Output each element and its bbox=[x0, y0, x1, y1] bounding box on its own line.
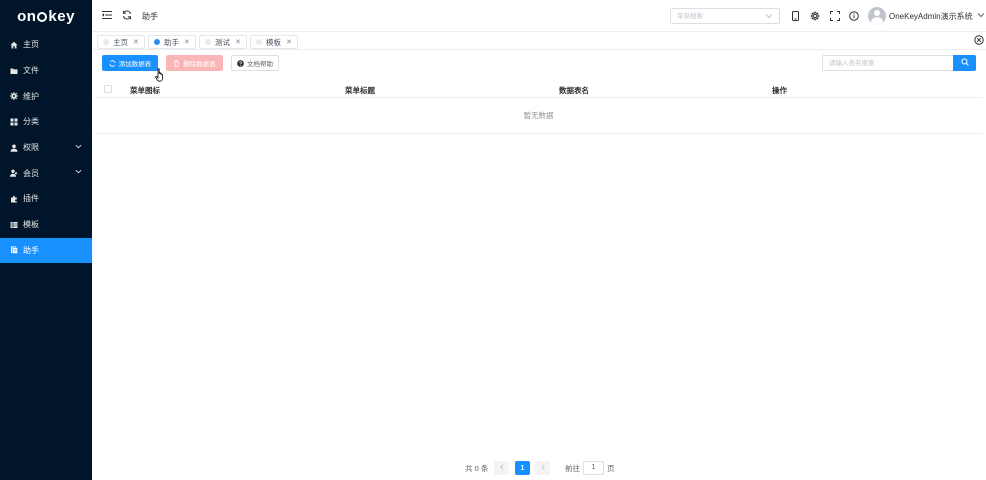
menu-search-select[interactable] bbox=[670, 8, 780, 24]
tabs-bar: 主页 ✕ 助手 ✕ 测试 ✕ 模板 ✕ bbox=[92, 32, 986, 50]
sidebar-item-label: 主页 bbox=[23, 40, 39, 50]
table-icon bbox=[9, 220, 18, 229]
close-all-tabs-icon[interactable] bbox=[974, 35, 984, 47]
search-icon bbox=[960, 58, 969, 68]
tab-template[interactable]: 模板 ✕ bbox=[250, 35, 298, 49]
user-icon bbox=[9, 143, 18, 152]
sidebar-item-3[interactable]: 分类 bbox=[0, 109, 92, 135]
add-table-label: 添加数据表 bbox=[118, 61, 152, 68]
sidebar-item-label: 插件 bbox=[23, 194, 39, 204]
gear-icon bbox=[9, 92, 18, 101]
chevron-left-icon bbox=[499, 464, 505, 472]
sidebar-item-7[interactable]: 模板 bbox=[0, 212, 92, 238]
sidebar-item-5[interactable]: 会员 bbox=[0, 160, 92, 186]
close-icon[interactable]: ✕ bbox=[184, 39, 190, 46]
mobile-preview-icon[interactable] bbox=[791, 11, 800, 23]
sidebar-item-1[interactable]: 文件 bbox=[0, 58, 92, 84]
table-search-input[interactable] bbox=[823, 56, 943, 70]
tab-dot-icon bbox=[205, 39, 211, 45]
page-unit-label: 页 bbox=[607, 464, 615, 473]
delete-table-button[interactable]: 删除数据表 bbox=[166, 55, 223, 71]
pagination: 共 0 条 1 前往 1 页 bbox=[0, 461, 986, 475]
sidebar-item-0[interactable]: 主页 bbox=[0, 32, 92, 58]
fullscreen-icon[interactable] bbox=[830, 11, 840, 23]
chevron-right-icon bbox=[540, 464, 546, 472]
settings-gear-icon[interactable] bbox=[810, 11, 820, 23]
tab-test[interactable]: 测试 ✕ bbox=[199, 35, 247, 49]
sidebar-item-8[interactable]: 助手 bbox=[0, 237, 92, 264]
refresh-icon bbox=[109, 59, 116, 67]
users-icon bbox=[9, 169, 18, 178]
sidebar-item-2[interactable]: 维护 bbox=[0, 83, 92, 109]
chevron-down-icon bbox=[75, 168, 82, 177]
tab-dot-icon bbox=[154, 39, 160, 45]
tab-dot-icon bbox=[103, 39, 109, 45]
app-logo[interactable]: on key bbox=[0, 0, 92, 32]
sidebar-item-label: 分类 bbox=[23, 117, 39, 127]
chevron-down-icon bbox=[977, 11, 985, 21]
folder-icon bbox=[9, 66, 18, 75]
info-icon[interactable] bbox=[849, 11, 859, 23]
column-header-table-name: 数据表名 bbox=[559, 86, 589, 95]
data-table: 菜单图标 菜单标题 数据表名 操作 暂无数据 bbox=[94, 81, 983, 134]
docs-help-button[interactable]: 文档帮助 bbox=[231, 55, 279, 71]
page-number-button[interactable]: 1 bbox=[515, 461, 530, 475]
pagination-total: 共 0 条 bbox=[465, 464, 489, 473]
delete-table-label: 删除数据表 bbox=[183, 61, 216, 68]
sidebar-item-label: 文件 bbox=[23, 66, 39, 76]
avatar bbox=[868, 7, 886, 25]
select-all-checkbox[interactable] bbox=[104, 85, 112, 93]
user-dropdown[interactable]: OneKeyAdmin演示系统 bbox=[868, 7, 985, 25]
tab-label: 主页 bbox=[113, 37, 128, 47]
collapse-menu-icon[interactable] bbox=[102, 10, 112, 20]
goto-label: 前往 bbox=[565, 464, 580, 473]
tab-label: 模板 bbox=[266, 37, 281, 47]
top-header: 助手 OneKeyAdmin演示系统 bbox=[92, 0, 986, 32]
logo-text-prefix: on bbox=[17, 7, 37, 25]
sidebar: on key 主页文件维护分类权限会员插件模板助手 bbox=[0, 0, 92, 480]
tab-dot-icon bbox=[256, 39, 262, 45]
sidebar-item-label: 助手 bbox=[23, 245, 39, 255]
sidebar-item-label: 模板 bbox=[23, 220, 39, 230]
chevron-down-icon bbox=[75, 143, 82, 152]
chevron-down-icon bbox=[765, 12, 773, 22]
logo-ring-icon bbox=[37, 12, 48, 22]
search-button[interactable] bbox=[953, 55, 976, 71]
tab-label: 助手 bbox=[164, 37, 179, 47]
trash-icon bbox=[173, 59, 180, 67]
prev-page-button[interactable] bbox=[494, 461, 509, 475]
next-page-button[interactable] bbox=[535, 461, 550, 475]
puzzle-icon bbox=[9, 194, 18, 203]
docs-help-label: 文档帮助 bbox=[247, 61, 273, 68]
refresh-icon[interactable] bbox=[122, 10, 132, 20]
table-search-field[interactable] bbox=[822, 55, 953, 71]
document-icon bbox=[9, 246, 18, 255]
sidebar-item-label: 维护 bbox=[23, 91, 39, 101]
table-empty-state: 暂无数据 bbox=[94, 98, 983, 134]
page-title: 助手 bbox=[142, 12, 158, 21]
tab-label: 测试 bbox=[215, 37, 230, 47]
sidebar-item-6[interactable]: 插件 bbox=[0, 186, 92, 212]
tab-home[interactable]: 主页 ✕ bbox=[97, 35, 145, 49]
sidebar-item-label: 会员 bbox=[23, 168, 39, 178]
column-header-actions: 操作 bbox=[772, 86, 787, 95]
question-icon bbox=[237, 59, 244, 67]
sidebar-menu: 主页文件维护分类权限会员插件模板助手 bbox=[0, 32, 92, 264]
add-table-button[interactable]: 添加数据表 bbox=[102, 55, 158, 71]
home-icon bbox=[9, 40, 18, 49]
table-header: 菜单图标 菜单标题 数据表名 操作 bbox=[94, 81, 983, 98]
goto-page-input[interactable]: 1 bbox=[583, 461, 604, 475]
close-icon[interactable]: ✕ bbox=[235, 39, 241, 46]
sidebar-item-4[interactable]: 权限 bbox=[0, 135, 92, 161]
column-header-menu-title: 菜单标题 bbox=[345, 86, 375, 95]
user-name: OneKeyAdmin演示系统 bbox=[889, 11, 973, 21]
close-icon[interactable]: ✕ bbox=[133, 39, 139, 46]
tab-assistant[interactable]: 助手 ✕ bbox=[148, 35, 196, 49]
menu-search-input[interactable] bbox=[671, 9, 761, 23]
close-icon[interactable]: ✕ bbox=[286, 39, 292, 46]
logo-text-suffix: key bbox=[48, 7, 75, 25]
column-header-menu-icon: 菜单图标 bbox=[130, 86, 160, 95]
sidebar-item-label: 权限 bbox=[23, 143, 39, 153]
grid-icon bbox=[9, 117, 18, 126]
